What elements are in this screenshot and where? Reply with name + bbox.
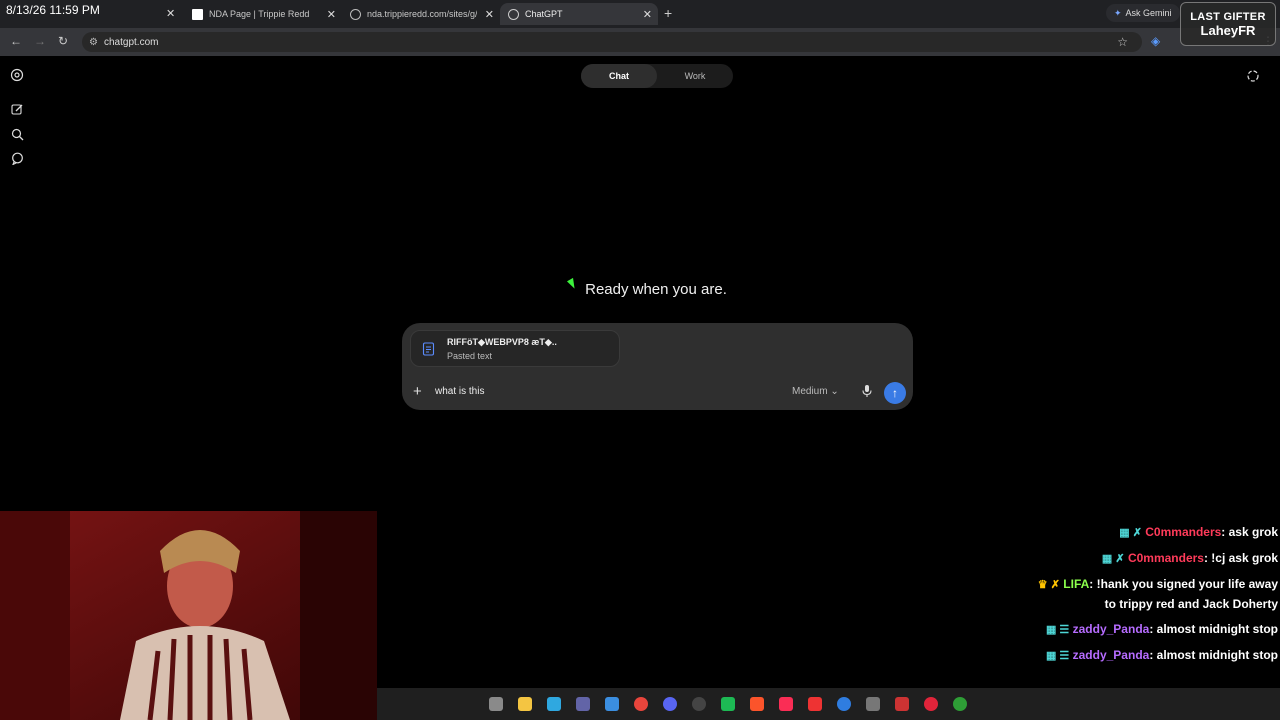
tab-chat[interactable]: Chat xyxy=(581,64,657,88)
chat-badge-icon: ▦ ☰ xyxy=(1045,650,1070,662)
send-arrow-icon: ↑ xyxy=(892,386,898,400)
chat-username: C0mmanders xyxy=(1145,525,1222,539)
bookmark-star-icon[interactable]: ☆ xyxy=(1117,35,1128,49)
tab-close-icon[interactable]: ✕ xyxy=(485,8,494,21)
xbox-icon[interactable] xyxy=(953,697,967,711)
app-icon[interactable] xyxy=(808,697,822,711)
new-tab-icon[interactable]: + xyxy=(664,5,672,21)
site-settings-icon[interactable]: ⚙ xyxy=(89,37,98,48)
tab-title: ChatGPT xyxy=(525,9,563,19)
chat-username: zaddy_Panda xyxy=(1072,648,1150,662)
prompt-input[interactable]: what is this xyxy=(435,386,484,397)
webcam-feed xyxy=(0,511,377,720)
file-explorer-icon[interactable] xyxy=(518,697,532,711)
page-title: Ready when you are. xyxy=(585,281,727,298)
attachment-type: Pasted text xyxy=(447,351,493,361)
music-icon[interactable] xyxy=(779,697,793,711)
task-view-icon[interactable] xyxy=(489,697,503,711)
temporary-chat-icon[interactable] xyxy=(1246,69,1260,83)
chat-text: : almost midnight stop xyxy=(1149,622,1278,636)
chat-text: : !cj ask grok xyxy=(1203,551,1278,565)
chat-bubble-icon[interactable] xyxy=(10,151,24,165)
openai-logo-icon[interactable] xyxy=(10,68,24,82)
chat-message: ▦ ✗ C0mmanders: !cj ask grok xyxy=(1033,549,1278,569)
url-text: chatgpt.com xyxy=(104,36,159,48)
app-icon[interactable] xyxy=(895,697,909,711)
help-icon[interactable] xyxy=(837,697,851,711)
address-bar[interactable]: ⚙ chatgpt.com ☆ xyxy=(82,32,1142,52)
tab-close-icon[interactable]: ✕ xyxy=(327,8,336,21)
spotify-icon[interactable] xyxy=(721,697,735,711)
tab-close-icon[interactable]: ✕ xyxy=(643,8,652,21)
brave-icon[interactable] xyxy=(750,697,764,711)
tab-title: NDA Page | Trippie Redd xyxy=(209,9,310,19)
chat-message: ▦ ☰ zaddy_Panda: almost midnight stop xyxy=(1033,620,1278,640)
chat-text: : ask grok xyxy=(1221,525,1278,539)
store-icon[interactable] xyxy=(605,697,619,711)
browser-tab-bar: 8/13/26 11:59 PM ✕ NDA Page | Trippie Re… xyxy=(0,0,1280,28)
chat-message: ▦ ☰ zaddy_Panda: almost midnight stop xyxy=(1033,646,1278,666)
new-chat-icon[interactable] xyxy=(10,102,24,116)
openai-favicon-icon xyxy=(508,8,519,20)
tab-close-icon[interactable]: ✕ xyxy=(166,7,175,20)
tab-chatgpt[interactable]: ChatGPT ✕ xyxy=(500,3,658,25)
crown-badge-icon: ♛ ✗ xyxy=(1037,579,1060,591)
last-gifter-name: LaheyFR xyxy=(1200,23,1256,38)
extension-icon[interactable]: ◈ xyxy=(1151,34,1160,48)
send-button[interactable]: ↑ xyxy=(884,382,906,404)
document-icon xyxy=(422,342,435,356)
chat-badge-icon: ▦ ✗ xyxy=(1101,553,1125,565)
discord-icon[interactable] xyxy=(663,697,677,711)
gemini-sparkle-icon: ✦ xyxy=(1114,7,1122,18)
tab-nda-page[interactable]: NDA Page | Trippie Redd ✕ xyxy=(184,3,342,25)
chrome-icon[interactable] xyxy=(634,697,648,711)
chat-username: LIFA xyxy=(1063,577,1090,591)
obs-icon[interactable] xyxy=(692,697,706,711)
windows-taskbar xyxy=(377,688,1280,720)
message-composer: RIFFöT⁣◆WEBPVP8 æT⁣◆.. Pasted text + wha… xyxy=(402,323,913,410)
app-icon[interactable] xyxy=(866,697,880,711)
search-icon[interactable] xyxy=(10,127,24,141)
teams-icon[interactable] xyxy=(576,697,590,711)
chat-text: : !hank you signed your life away to tri… xyxy=(1089,577,1278,611)
chat-badge-icon: ▦ ☰ xyxy=(1045,624,1070,636)
last-gifter-overlay: LAST GIFTER LaheyFR xyxy=(1180,2,1276,46)
opera-icon[interactable] xyxy=(924,697,938,711)
overlay-timestamp: 8/13/26 11:59 PM xyxy=(6,3,100,17)
last-gifter-label: LAST GIFTER xyxy=(1190,11,1266,23)
ask-gemini-label: Ask Gemini xyxy=(1125,8,1172,18)
tab-nda-file[interactable]: nda.trippieredd.com/sites/g/file ✕ xyxy=(342,3,500,25)
forward-icon[interactable]: → xyxy=(34,34,46,48)
reload-icon[interactable]: ↻ xyxy=(58,34,68,48)
edge-icon[interactable] xyxy=(547,697,561,711)
attachment-name: RIFFöT⁣◆WEBPVP8 æT⁣◆.. xyxy=(447,337,557,347)
chat-username: C0mmanders xyxy=(1127,551,1204,565)
back-icon[interactable]: ← xyxy=(10,34,22,48)
ask-gemini-button[interactable]: ✦ Ask Gemini xyxy=(1106,4,1180,22)
browser-toolbar: ← → ↻ ⚙ chatgpt.com ☆ ◈ ⋮ xyxy=(0,28,1280,56)
tab-title: nda.trippieredd.com/sites/g/file xyxy=(367,9,477,19)
chat-badge-icon: ▦ ✗ xyxy=(1119,527,1142,539)
chat-username: zaddy_Panda xyxy=(1072,622,1150,636)
document-favicon-icon xyxy=(192,8,203,20)
model-selector[interactable]: Medium ⌄ xyxy=(792,386,839,397)
mic-icon[interactable] xyxy=(861,384,873,398)
chat-message: ▦ ✗ C0mmanders: ask grok xyxy=(1033,523,1278,543)
plus-icon[interactable]: + xyxy=(413,383,422,400)
chat-message: ♛ ✗ LIFA: !hank you signed your life awa… xyxy=(1033,575,1278,614)
stream-chat-overlay: ▦ ✗ C0mmanders: ask grok ▦ ✗ C0mmanders:… xyxy=(1033,523,1278,672)
chat-text: : almost midnight stop xyxy=(1149,648,1278,662)
model-selector-label: Medium xyxy=(792,386,828,397)
globe-favicon-icon xyxy=(350,8,361,20)
chevron-down-icon: ⌄ xyxy=(830,386,839,397)
attachment-chip[interactable]: RIFFöT⁣◆WEBPVP8 æT⁣◆.. Pasted text xyxy=(410,330,620,367)
tab-work[interactable]: Work xyxy=(657,64,733,88)
mode-toggle: Chat Work xyxy=(581,64,733,88)
